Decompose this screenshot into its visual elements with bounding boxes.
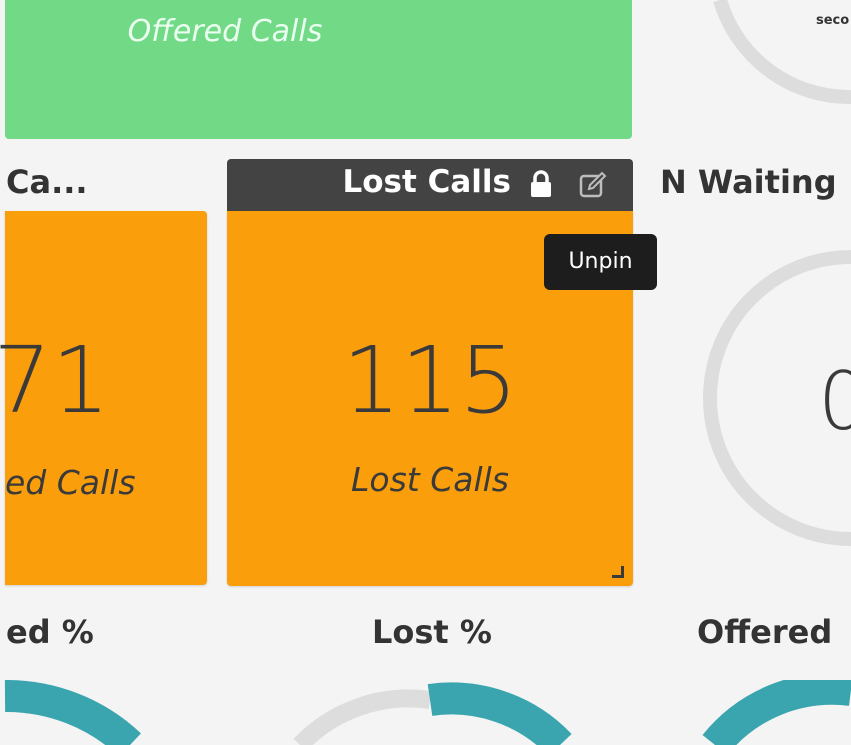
offered-calls-widget[interactable]: Offered Calls	[5, 0, 632, 139]
n-waiting-title: N Waiting	[660, 163, 837, 201]
left-calls-value: 71	[0, 327, 111, 434]
offered-title-right: Offered	[697, 613, 833, 651]
left-calls-tile[interactable]: 71 ed Calls	[0, 211, 207, 585]
n-waiting-value: 0	[818, 355, 851, 448]
lost-calls-value: 115	[342, 327, 518, 434]
lost-percent-gauge-track	[293, 689, 432, 745]
lost-percent-title: Lost %	[372, 613, 492, 651]
offered-percent-title: ed %	[6, 613, 94, 651]
left-percent-gauge-arc	[4, 680, 141, 745]
offered-calls-caption: Offered Calls	[127, 14, 323, 49]
resize-grip-icon[interactable]	[612, 566, 624, 578]
lost-calls-caption: Lost Calls	[351, 460, 509, 499]
left-widget-title: Ca...	[6, 163, 88, 201]
offered-percent-gauge-arc	[702, 680, 851, 745]
edit-icon[interactable]	[579, 171, 609, 199]
lost-percent-gauge-arc	[427, 682, 572, 745]
unpin-tooltip: Unpin	[544, 234, 657, 290]
left-calls-caption: ed Calls	[5, 463, 136, 502]
gauge-unit-label: seco	[816, 13, 850, 28]
lost-calls-header[interactable]: Lost Calls	[227, 159, 633, 211]
bottom-gauges	[4, 680, 851, 745]
lost-calls-title: Lost Calls	[342, 164, 512, 200]
lock-icon[interactable]	[530, 170, 552, 198]
